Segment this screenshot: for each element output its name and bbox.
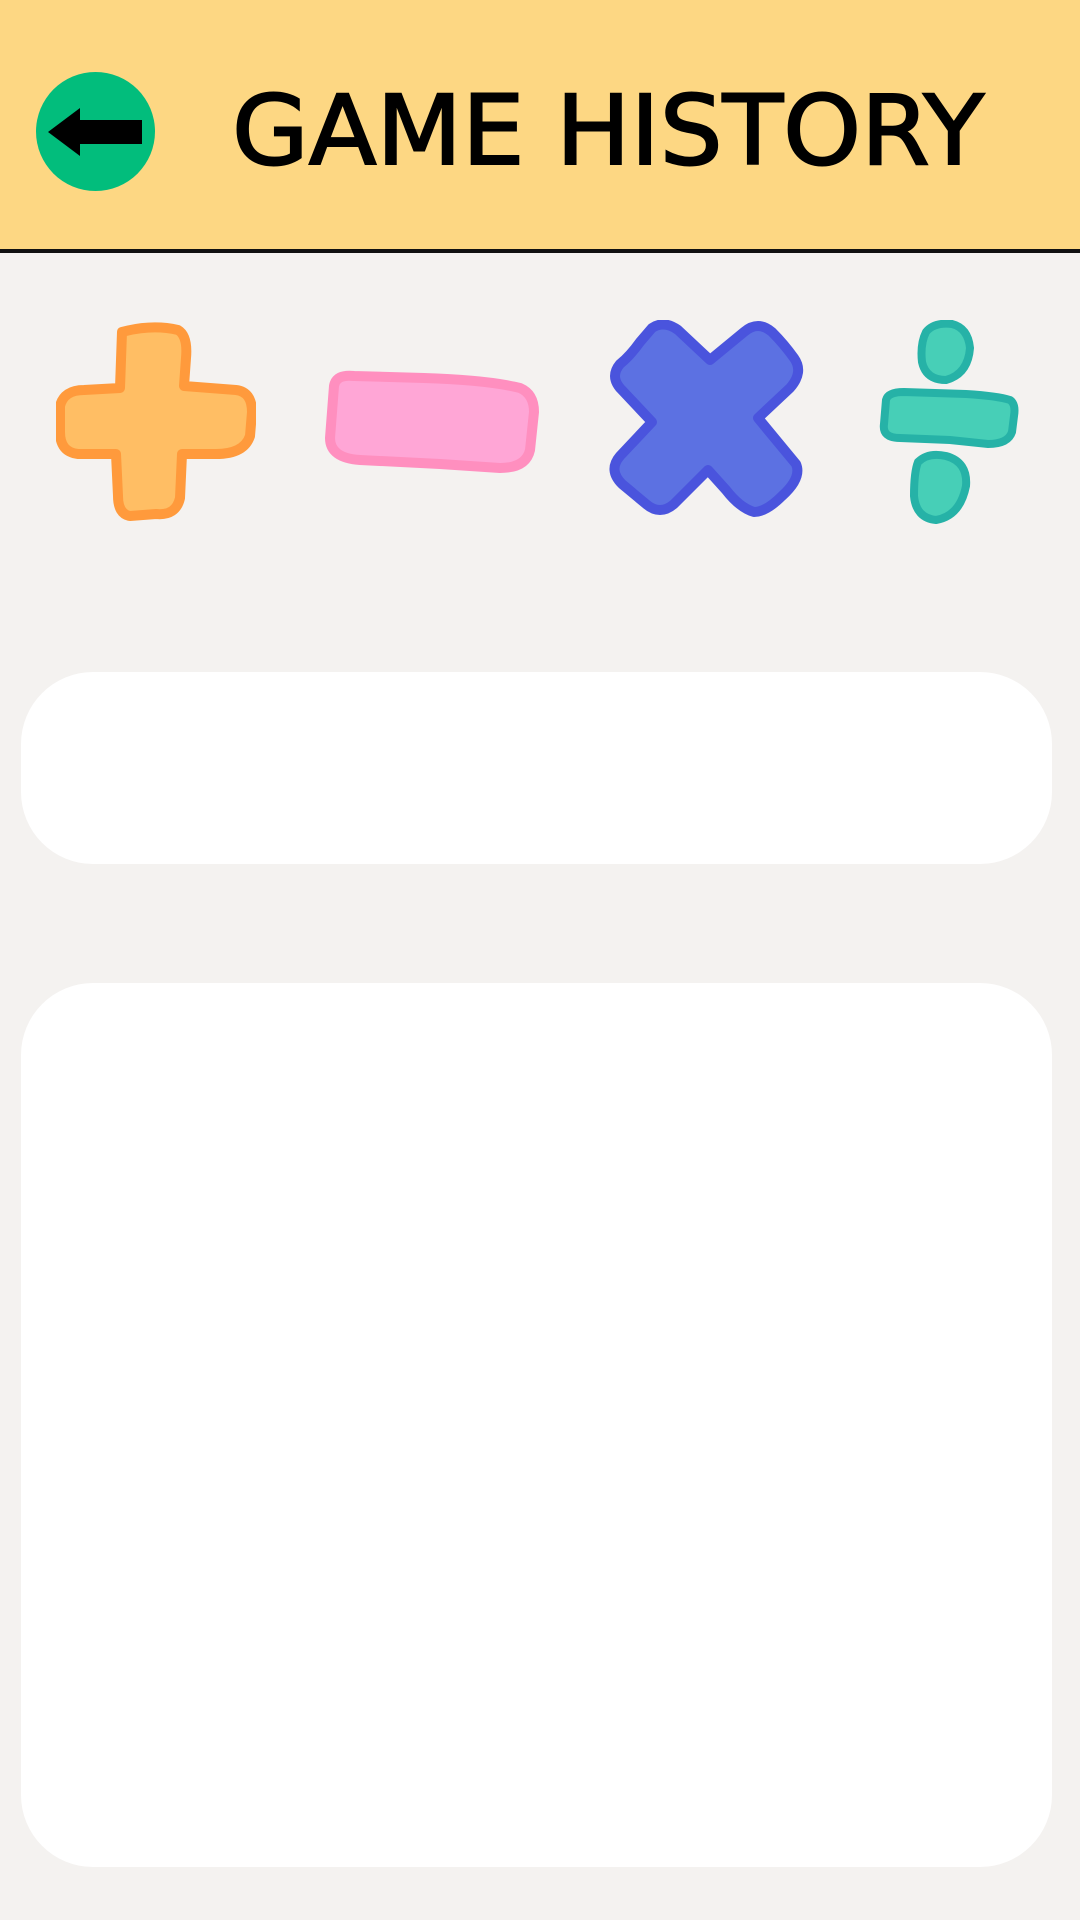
history-list-panel[interactable]: [21, 983, 1052, 1867]
multiply-icon[interactable]: [606, 320, 812, 530]
page-title: GAME HISTORY: [232, 72, 992, 182]
page-title-text: GAME HISTORY: [232, 75, 984, 182]
plus-icon[interactable]: [56, 320, 256, 530]
summary-panel: [21, 672, 1052, 864]
operations-row: [0, 320, 1080, 530]
header-bar: GAME HISTORY: [0, 0, 1080, 253]
divide-icon[interactable]: [876, 320, 1020, 530]
arrow-left-icon: [47, 107, 142, 156]
back-button[interactable]: [36, 72, 155, 191]
minus-icon[interactable]: [320, 320, 542, 530]
